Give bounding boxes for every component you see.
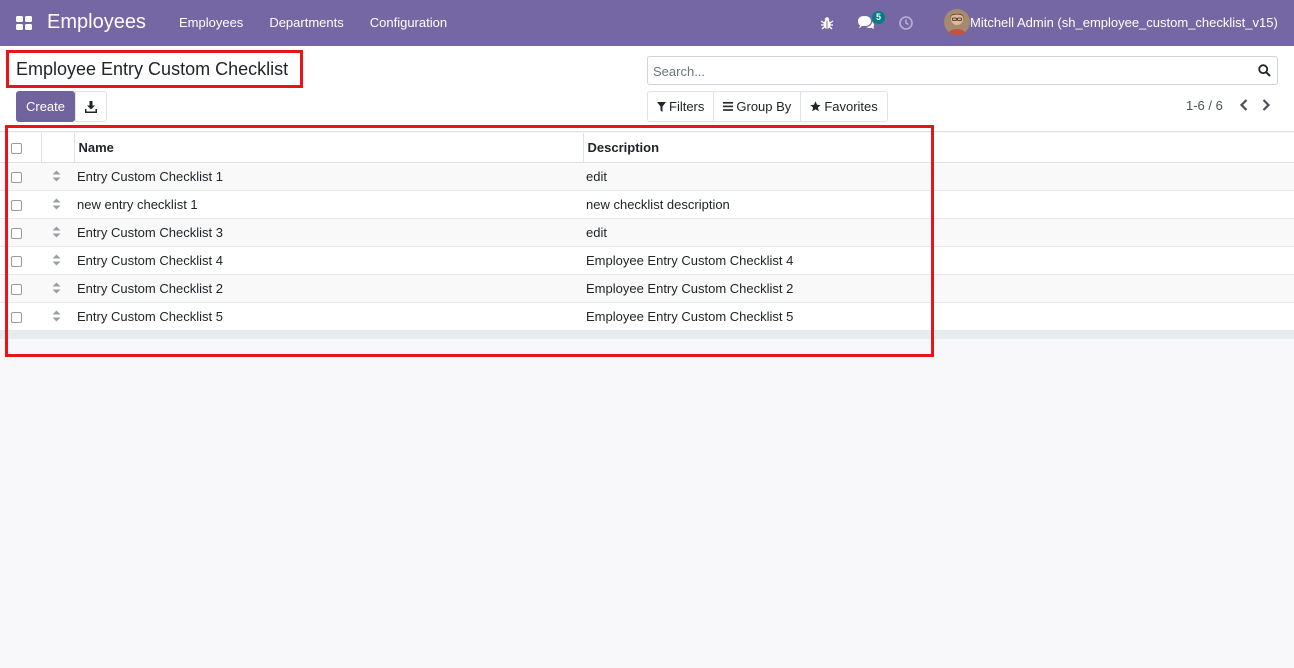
row-description[interactable]: new checklist description: [583, 190, 933, 218]
user-menu[interactable]: Mitchell Admin (sh_employee_custom_check…: [944, 9, 1278, 35]
group-by-label: Group By: [736, 99, 792, 114]
row-spacer: [933, 246, 1294, 274]
select-all-cell: [0, 133, 42, 162]
row-checkbox[interactable]: [11, 283, 22, 295]
menu-configuration[interactable]: Configuration: [357, 0, 460, 46]
row-handle-cell: [41, 162, 74, 190]
chevron-right-icon: [1262, 99, 1271, 111]
row-name[interactable]: Entry Custom Checklist 5: [74, 302, 583, 330]
search-input[interactable]: [653, 62, 1243, 80]
pager-value[interactable]: 1-6 / 6: [1186, 98, 1223, 113]
table-row[interactable]: Entry Custom Checklist 3 edit: [0, 218, 1294, 246]
chevron-left-icon: [1239, 99, 1248, 111]
row-name[interactable]: Entry Custom Checklist 1: [74, 162, 583, 190]
row-checkbox[interactable]: [11, 311, 22, 323]
row-description[interactable]: Employee Entry Custom Checklist 5: [583, 302, 933, 330]
debug-bug-icon[interactable]: [819, 0, 835, 46]
table-row[interactable]: Entry Custom Checklist 1 edit: [0, 162, 1294, 190]
row-spacer: [933, 218, 1294, 246]
main-menu: Employees Departments Configuration: [166, 0, 460, 46]
row-checkbox[interactable]: [11, 171, 22, 183]
filter-icon: [657, 101, 666, 112]
search-icon[interactable]: [1258, 64, 1271, 77]
list-footer: [0, 330, 1294, 339]
favorites-label: Favorites: [824, 99, 878, 114]
table-row[interactable]: Entry Custom Checklist 2 Employee Entry C…: [0, 274, 1294, 302]
user-name: Mitchell Admin (sh_employee_custom_check…: [970, 14, 1278, 30]
row-spacer: [933, 274, 1294, 302]
table-header-row: Name Description: [0, 133, 1294, 162]
sort-handle-icon[interactable]: [52, 170, 61, 182]
row-description[interactable]: Employee Entry Custom Checklist 4: [583, 246, 933, 274]
row-select-cell: [0, 246, 41, 274]
control-panel: Employee Entry Custom Checklist Create F…: [0, 46, 1294, 132]
row-name[interactable]: Entry Custom Checklist 4: [74, 246, 583, 274]
table-row[interactable]: new entry checklist 1 new checklist descr…: [0, 190, 1294, 218]
group-by-button[interactable]: Group By: [714, 92, 802, 121]
row-handle-cell: [41, 218, 74, 246]
row-select-cell: [0, 274, 41, 302]
row-handle-cell: [41, 302, 74, 330]
activity-clock-icon[interactable]: [898, 0, 914, 46]
row-description[interactable]: edit: [583, 218, 933, 246]
row-description[interactable]: edit: [583, 162, 933, 190]
row-checkbox[interactable]: [11, 199, 22, 211]
row-name[interactable]: new entry checklist 1: [74, 190, 583, 218]
sort-handle-icon[interactable]: [52, 226, 61, 238]
records-table: Name Description Entry Custom Checklist …: [0, 133, 1294, 331]
row-select-cell: [0, 302, 41, 330]
sort-handle-icon[interactable]: [52, 254, 61, 266]
list-view: Name Description Entry Custom Checklist …: [0, 133, 1294, 339]
column-name[interactable]: Name: [74, 133, 584, 162]
row-name[interactable]: Entry Custom Checklist 3: [74, 218, 583, 246]
pager-previous-button[interactable]: [1238, 98, 1250, 115]
pager-next-button[interactable]: [1260, 98, 1272, 115]
search-box: [647, 56, 1278, 85]
sort-handle-icon[interactable]: [52, 282, 61, 294]
table-row[interactable]: Entry Custom Checklist 4 Employee Entry C…: [0, 246, 1294, 274]
user-avatar: [944, 9, 970, 35]
menu-employees[interactable]: Employees: [166, 0, 256, 46]
download-icon: [85, 100, 97, 113]
search-options: Filters Group By Favorites: [647, 91, 888, 122]
row-spacer: [933, 302, 1294, 330]
row-handle-cell: [41, 246, 74, 274]
row-checkbox[interactable]: [11, 255, 22, 267]
star-icon: [810, 101, 822, 112]
row-checkbox[interactable]: [11, 227, 22, 239]
column-description[interactable]: Description: [583, 133, 934, 162]
row-select-cell: [0, 162, 41, 190]
row-handle-cell: [41, 274, 74, 302]
filters-button[interactable]: Filters: [648, 92, 715, 121]
row-description[interactable]: Employee Entry Custom Checklist 2: [583, 274, 933, 302]
messages-icon[interactable]: 5: [857, 0, 886, 46]
sort-handle-icon[interactable]: [52, 310, 61, 322]
top-navbar: Employees Employees Departments Configur…: [0, 0, 1294, 46]
sort-handle-icon[interactable]: [52, 198, 61, 210]
column-spacer: [933, 133, 1294, 162]
row-name[interactable]: Entry Custom Checklist 2: [74, 274, 583, 302]
row-select-cell: [0, 218, 41, 246]
row-spacer: [933, 190, 1294, 218]
apps-grid-icon[interactable]: [16, 16, 32, 30]
row-handle-cell: [41, 190, 74, 218]
list-bars-icon: [723, 102, 734, 111]
handle-header: [41, 133, 75, 162]
create-button[interactable]: Create: [16, 91, 75, 122]
table-row[interactable]: Entry Custom Checklist 5 Employee Entry C…: [0, 302, 1294, 330]
export-button[interactable]: [75, 91, 107, 122]
favorites-button[interactable]: Favorites: [801, 92, 886, 121]
messages-count-badge: 5: [872, 11, 886, 24]
filters-label: Filters: [669, 99, 705, 114]
row-spacer: [933, 162, 1294, 190]
select-all-checkbox[interactable]: [11, 142, 22, 154]
app-title[interactable]: Employees: [47, 11, 146, 34]
menu-departments[interactable]: Departments: [256, 0, 356, 46]
title-highlight-box: [6, 50, 303, 88]
row-select-cell: [0, 190, 41, 218]
